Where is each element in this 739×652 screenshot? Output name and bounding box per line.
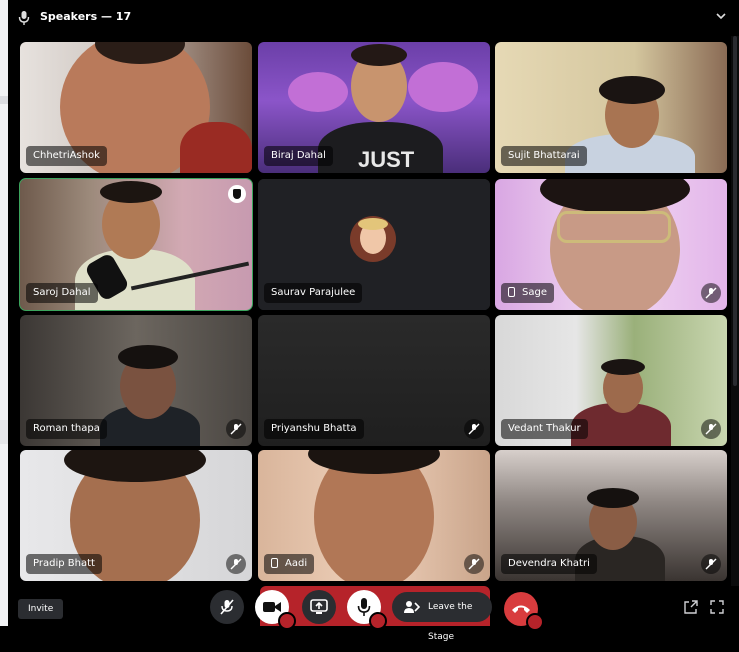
video-tile[interactable]: Devendra Khatri (495, 450, 727, 581)
participant-name: Priyanshu Bhatta (264, 419, 364, 439)
participant-name: Saurav Parajulee (264, 283, 363, 303)
participant-name: Pradip Bhatt (26, 554, 102, 574)
person-hair (601, 359, 645, 375)
video-tile[interactable]: Saurav Parajulee (258, 179, 490, 310)
scrollbar[interactable] (731, 36, 739, 586)
video-tile[interactable]: Sujit Bhattarai (495, 42, 727, 173)
microphone-off-icon (226, 554, 246, 574)
hang-up-icon (512, 605, 530, 613)
microphone-off-icon (464, 419, 484, 439)
participant-name: Roman thapa (26, 419, 107, 439)
participant-name: Vedant Thakur (501, 419, 588, 439)
avatar-hair (358, 218, 388, 230)
microphone-off-icon (220, 599, 234, 615)
microphone-off-icon (226, 419, 246, 439)
person-hair (351, 44, 407, 66)
noise-suppression-button[interactable] (210, 590, 244, 624)
person-hair (118, 345, 178, 369)
participant-name: Sage (501, 283, 554, 303)
stage-controls-bar: Invite Leave the Stage (8, 586, 731, 642)
microphone-icon (18, 11, 30, 25)
participant-name: Biraj Dahal (264, 146, 333, 166)
scrollbar-thumb[interactable] (733, 36, 737, 386)
video-tile[interactable]: Pradip Bhatt (20, 450, 252, 581)
stage-header: Speakers — 17 (8, 0, 739, 36)
virtual-background-mushroom (408, 62, 478, 112)
participant-name-text: Aadi (285, 558, 308, 569)
screen-share-button[interactable] (302, 590, 336, 624)
screen-share-icon (310, 599, 328, 614)
video-tile[interactable]: Priyanshu Bhatta (258, 315, 490, 446)
participant-name: Aadi (264, 554, 315, 574)
video-tile[interactable]: Sage (495, 179, 727, 310)
disconnect-options-chevron[interactable] (526, 613, 544, 631)
participant-name-text: Sage (522, 287, 547, 298)
camera-icon (263, 602, 281, 612)
video-tile[interactable]: Vedant Thakur (495, 315, 727, 446)
headphones (599, 76, 665, 104)
stage-leave-icon (404, 601, 420, 613)
person-hair (587, 488, 639, 508)
fullscreen-icon[interactable] (710, 600, 724, 614)
video-tile[interactable]: Roman thapa (20, 315, 252, 446)
video-tile[interactable]: Aadi (258, 450, 490, 581)
mobile-device-icon (508, 287, 515, 297)
participant-name: Saroj Dahal (26, 283, 98, 303)
avatar (350, 216, 396, 262)
participant-name: Devendra Khatri (501, 554, 597, 574)
popout-icon[interactable] (684, 600, 698, 614)
video-tile-active-speaker[interactable]: Saroj Dahal (19, 178, 253, 311)
eyeglasses (557, 211, 671, 243)
edge-notch (0, 420, 8, 444)
left-edge-panel (0, 0, 8, 626)
moderator-shield-icon (228, 185, 246, 203)
participant-name: Sujit Bhattarai (501, 146, 587, 166)
shirt-text: JUST (358, 147, 415, 172)
microphone-off-icon (701, 554, 721, 574)
video-tile[interactable]: JUST Biraj Dahal (258, 42, 490, 173)
mobile-device-icon (271, 558, 278, 568)
microphone-off-icon (701, 419, 721, 439)
participant-name: ChhetriAshok (26, 146, 107, 166)
leave-stage-button[interactable]: Leave the Stage (392, 592, 492, 642)
video-tile[interactable]: ChhetriAshok (20, 42, 252, 173)
microphone-icon (357, 598, 371, 616)
microphone-options-chevron[interactable] (369, 612, 387, 630)
microphone-off-icon (464, 554, 484, 574)
chevron-down-icon[interactable] (715, 10, 727, 22)
virtual-background-mushroom (288, 72, 348, 112)
microphone-off-icon (701, 283, 721, 303)
person-hair (100, 181, 162, 203)
background-object (180, 122, 252, 173)
invite-button[interactable]: Invite (18, 599, 64, 619)
camera-options-chevron[interactable] (278, 612, 296, 630)
edge-notch (0, 96, 8, 104)
speakers-count-title: Speakers — 17 (40, 10, 132, 23)
